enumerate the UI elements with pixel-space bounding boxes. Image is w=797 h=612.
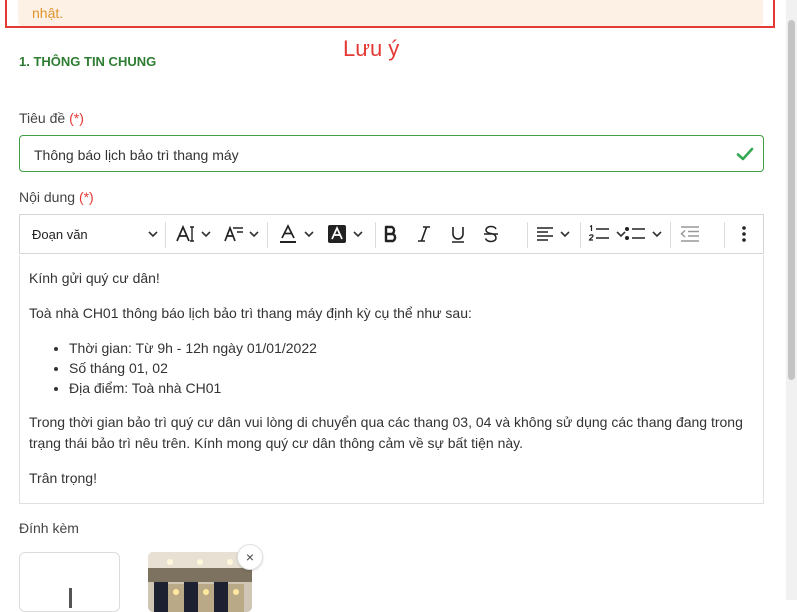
upload-attachment-button[interactable] — [19, 552, 120, 612]
chevron-down-icon — [560, 231, 570, 238]
chevron-down-icon — [652, 231, 662, 238]
upload-icon — [69, 588, 72, 608]
chevron-down-icon — [201, 231, 211, 238]
toolbar-divider — [375, 222, 376, 248]
list-item: Địa điểm: Toà nhà CH01 — [69, 378, 754, 398]
chevron-down-icon — [304, 231, 314, 238]
notice-banner: nhật. — [18, 0, 763, 26]
annotation-label: Lưu ý — [343, 36, 400, 61]
content-editor[interactable]: Kính gửi quý cư dân! Toà nhà CH01 thông … — [19, 255, 764, 504]
line-height-button[interactable] — [223, 215, 259, 253]
outdent-icon — [680, 226, 699, 242]
editor-toolbar: Đoạn văn — [19, 214, 764, 254]
title-label-text: Tiêu đề — [19, 110, 66, 126]
align-button[interactable] — [536, 215, 570, 253]
editor-body: Trong thời gian bảo trì quý cư dân vui l… — [29, 414, 743, 451]
bulleted-list-button[interactable] — [624, 215, 662, 253]
numbered-list-button[interactable] — [588, 215, 626, 253]
italic-button[interactable] — [417, 215, 431, 253]
editor-greeting: Kính gửi quý cư dân! — [29, 270, 160, 286]
bold-icon — [384, 225, 397, 243]
toolbar-divider — [527, 222, 528, 248]
strikethrough-icon — [484, 225, 498, 243]
title-input[interactable]: Thông báo lịch bảo trì thang máy — [19, 135, 764, 172]
align-icon — [537, 227, 553, 241]
chevron-down-icon — [353, 231, 363, 238]
bold-button[interactable] — [383, 215, 399, 253]
attachment-label: Đính kèm — [19, 520, 79, 536]
font-color-icon — [280, 224, 296, 243]
heading-select-value: Đoạn văn — [32, 226, 88, 242]
italic-icon — [418, 226, 430, 242]
scrollbar-thumb[interactable] — [788, 20, 795, 380]
section-title: 1. THÔNG TIN CHUNG — [19, 54, 157, 69]
outdent-button[interactable] — [680, 215, 700, 253]
numbered-list-icon — [588, 225, 609, 241]
font-size-icon — [176, 225, 194, 242]
attachment-thumbnail[interactable] — [148, 552, 252, 612]
strikethrough-button[interactable] — [483, 215, 499, 253]
more-button[interactable] — [742, 215, 746, 253]
toolbar-divider — [724, 222, 725, 248]
notice-highlight-frame: nhật. — [5, 0, 775, 28]
title-label: Tiêu đề (*) — [19, 110, 84, 126]
toolbar-divider — [165, 222, 166, 248]
underline-button[interactable] — [450, 215, 466, 253]
list-item: Số tháng 01, 02 — [69, 358, 754, 378]
toolbar-divider — [267, 222, 268, 248]
required-mark: (*) — [78, 189, 94, 205]
content-label-text: Nội dung — [19, 189, 76, 205]
highlight-icon — [328, 225, 346, 243]
chevron-down-icon — [249, 231, 259, 238]
toolbar-divider — [670, 222, 671, 248]
image-thumbnail-icon — [148, 552, 252, 612]
underline-icon — [452, 227, 464, 243]
list-item: Thời gian: Từ 9h - 12h ngày 01/01/2022 — [69, 338, 754, 358]
page-scrollbar[interactable] — [786, 0, 797, 600]
bulleted-list-icon — [625, 227, 645, 240]
title-input-value: Thông báo lịch bảo trì thang máy — [34, 147, 239, 163]
editor-bullet-list: Thời gian: Từ 9h - 12h ngày 01/01/2022 S… — [29, 338, 754, 398]
content-label: Nội dung (*) — [19, 189, 94, 205]
close-icon: × — [245, 549, 255, 565]
remove-attachment-button[interactable]: × — [237, 544, 263, 570]
more-icon — [742, 226, 746, 242]
editor-closing: Trân trọng! — [29, 470, 97, 486]
font-size-button[interactable] — [175, 215, 211, 253]
notice-text: nhật. — [32, 5, 64, 21]
highlight-button[interactable] — [327, 215, 363, 253]
chevron-down-icon — [148, 231, 158, 238]
toolbar-divider — [580, 222, 581, 248]
heading-select[interactable]: Đoạn văn — [32, 215, 158, 253]
check-icon — [736, 147, 754, 161]
required-mark: (*) — [69, 110, 84, 126]
font-color-button[interactable] — [278, 215, 314, 253]
editor-intro: Toà nhà CH01 thông báo lịch bảo trì than… — [29, 305, 472, 321]
line-height-icon — [224, 225, 243, 242]
